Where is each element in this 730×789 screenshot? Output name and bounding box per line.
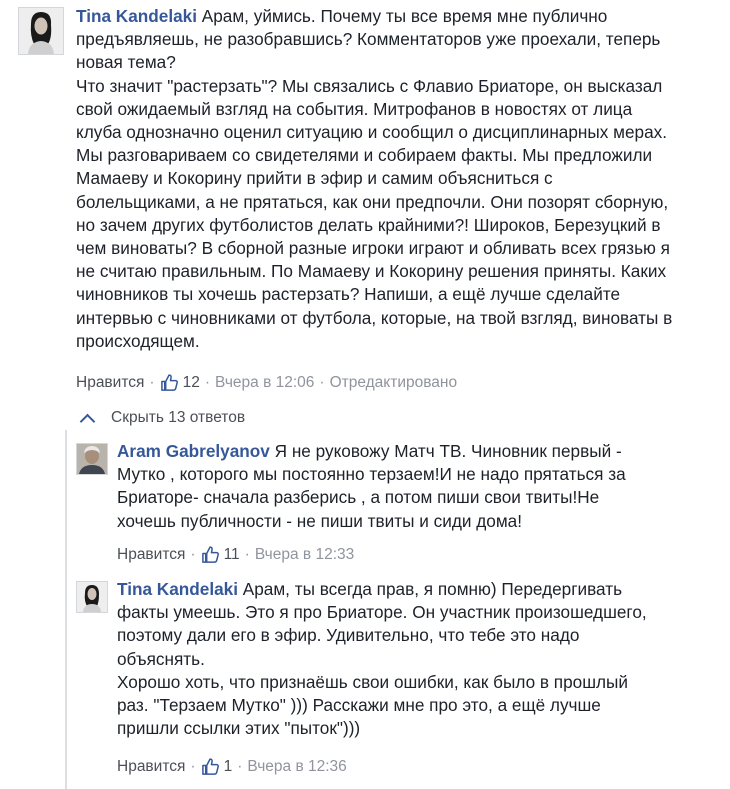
like-count[interactable]: 1 xyxy=(201,757,233,776)
thumbs-up-icon xyxy=(201,546,219,563)
like-count[interactable]: 12 xyxy=(160,373,200,392)
avatar-image xyxy=(19,8,63,54)
chevron-up-icon xyxy=(79,413,96,429)
timestamp[interactable]: Вчера в 12:06 xyxy=(215,374,314,392)
comment-text-line: клуба однозначно оценил ситуацию и сообщ… xyxy=(76,122,668,143)
reply-text-line: факты умеешь. Это я про Бриаторе. Он уча… xyxy=(117,602,647,623)
comment-body: Tina Kandelaki Арам, уймись. Почему ты в… xyxy=(76,5,726,353)
reply-text-line: Хорошо хоть, что признаёшь свои ошибки, … xyxy=(117,671,629,692)
comment-actions: Нравится · 12 · Вчера в 12:06 · Отредакт… xyxy=(76,373,457,392)
reply-body: Tina Kandelaki Арам, ты всегда прав, я п… xyxy=(117,578,717,740)
comment-text-line: Мы разговариваем со свидетелями и собира… xyxy=(76,145,653,166)
avatar-image xyxy=(77,444,107,474)
like-button[interactable]: Нравится xyxy=(76,374,144,392)
comment-text-line: но зачем других футболистов делать крайн… xyxy=(76,214,661,235)
reply-author-link[interactable]: Aram Gabrelyanov xyxy=(117,441,270,461)
comment-text-line: чиновников ты хочешь растерзать? Напиши,… xyxy=(76,284,621,305)
thumbs-up-icon xyxy=(201,758,219,775)
separator: · xyxy=(190,757,196,775)
reply-text-line: Бриаторе- сначала разберись , а потом пи… xyxy=(117,487,600,508)
reply-text-line: поэтому дали его в эфир. Удивительно, чт… xyxy=(117,625,580,646)
reply-text-line: пришли ссылки этих "пыток"))) xyxy=(117,718,361,739)
reply-text-line: объяснять. xyxy=(117,648,205,669)
separator: · xyxy=(204,373,210,391)
reply-text-line: хочешь публичности - не пиши твиты и сид… xyxy=(117,510,522,531)
separator: · xyxy=(190,545,196,563)
thumbs-up-icon xyxy=(160,374,178,391)
like-button[interactable]: Нравится xyxy=(117,546,185,564)
comment-text-line: чем виноваты? В сборной разные игроки иг… xyxy=(76,238,670,259)
like-button[interactable]: Нравится xyxy=(117,758,185,776)
separator: · xyxy=(244,545,250,563)
reply-text-line: Арам, ты всегда прав, я помню) Передерги… xyxy=(242,579,623,599)
hide-replies-button[interactable]: Скрыть 13 ответов xyxy=(78,409,246,429)
avatar[interactable] xyxy=(18,7,64,55)
reply-body: Aram Gabrelyanov Я не руковожу Матч ТВ. … xyxy=(117,440,717,533)
replies-thread-line xyxy=(65,430,67,789)
comment-text-line: происходящем. xyxy=(76,330,200,351)
comment-text-line: предъявляешь, не разобравшись? Комментат… xyxy=(76,29,661,50)
reply-text-line: раз. "Терзаем Мутко" ))) Расскажи мне пр… xyxy=(117,695,601,716)
reply-text-line: Я не руковожу Матч ТВ. Чиновник первый - xyxy=(274,441,622,461)
comment-author-link[interactable]: Tina Kandelaki xyxy=(76,6,197,26)
edited-label[interactable]: Отредактировано xyxy=(330,374,458,392)
like-count-value: 11 xyxy=(223,545,240,563)
comment-text-line: Что значит "растерзать"? Мы связались с … xyxy=(76,75,663,96)
like-count-value: 1 xyxy=(223,757,233,775)
avatar-image xyxy=(77,582,107,612)
hide-replies-label: Скрыть 13 ответов xyxy=(111,409,246,426)
comment-text-line: свой ожидаемый взгляд на события. Митроф… xyxy=(76,98,633,119)
comment-text-line: не считаю правильным. По Мамаеву и Кокор… xyxy=(76,261,667,282)
separator: · xyxy=(319,373,325,391)
reply-author-link[interactable]: Tina Kandelaki xyxy=(117,579,238,599)
reply-actions: Нравится · 1 · Вчера в 12:36 xyxy=(117,757,347,776)
reply-text-line: Мутко , которого мы постоянно терзаем!И … xyxy=(117,464,626,485)
comment-text-line: болельщиками, а не прятаться, как они пр… xyxy=(76,191,669,212)
avatar[interactable] xyxy=(76,443,108,475)
separator: · xyxy=(149,373,155,391)
like-count[interactable]: 11 xyxy=(201,545,240,564)
reply-actions: Нравится · 11 · Вчера в 12:33 xyxy=(117,545,354,564)
avatar[interactable] xyxy=(76,581,108,613)
timestamp[interactable]: Вчера в 12:33 xyxy=(255,546,354,564)
comment-text-line: Арам, уймись. Почему ты все время мне пу… xyxy=(201,6,608,26)
like-count-value: 12 xyxy=(182,373,200,391)
comment-text-line: Мамаеву и Кокорину прийти в эфир и самим… xyxy=(76,168,553,189)
separator: · xyxy=(237,757,243,775)
comment-text-line: новая тема? xyxy=(76,52,176,73)
comment-text-line: интервью с чиновниками от футбола, котор… xyxy=(76,307,673,328)
timestamp[interactable]: Вчера в 12:36 xyxy=(247,758,346,776)
